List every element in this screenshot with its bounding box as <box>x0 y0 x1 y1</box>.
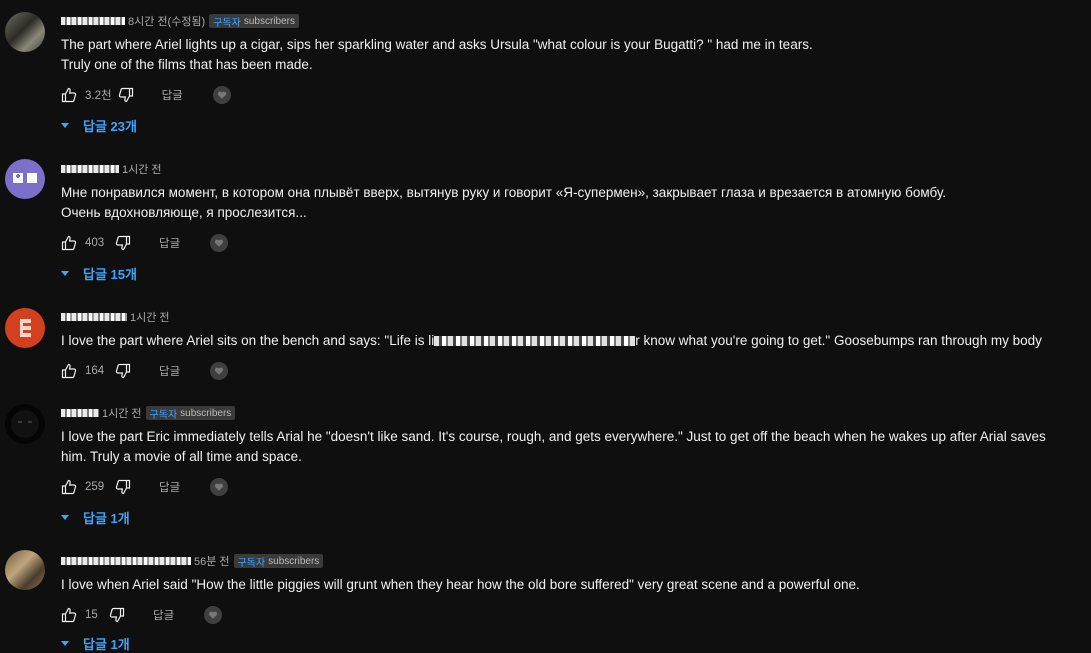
badge-label-ko: 구독자 <box>237 557 266 569</box>
comment-text: I love when Ariel said "How the little p… <box>61 577 860 592</box>
comment-text: I love the part where Ariel sits on the … <box>61 331 1081 351</box>
author-name[interactable] <box>61 557 191 565</box>
thumbs-down-icon[interactable] <box>118 87 134 103</box>
creator-heart-icon <box>212 86 231 104</box>
avatar[interactable] <box>5 308 45 348</box>
creator-heart-icon <box>204 606 223 624</box>
badge-label-ko: 구독자 <box>149 409 178 421</box>
subscriber-badge: 구독자 subscribers <box>233 554 324 569</box>
comment-actions: 3.2천 답글 <box>61 83 231 107</box>
reply-button[interactable]: 답글 <box>159 363 180 379</box>
caret-down-icon <box>61 270 69 276</box>
comment-header: 56분 전 구독자 subscribers <box>61 552 324 570</box>
comment-header: 1시간 전 <box>61 308 170 326</box>
comment-text-part: r know what you're going to get." Gooseb… <box>635 333 1042 348</box>
comment-text: Мне понравился момент, в котором она плы… <box>61 185 947 220</box>
show-replies-button[interactable]: 답글 1개 <box>61 633 130 653</box>
like-count: 164 <box>85 365 105 377</box>
timestamp[interactable]: 1시간 전 <box>122 161 162 177</box>
avatar[interactable] <box>5 404 45 444</box>
timestamp[interactable]: 8시간 전(수정됨) <box>128 13 205 29</box>
reply-button[interactable]: 답글 <box>159 479 180 495</box>
comment-text-part: I love the part where Ariel sits on the … <box>61 333 435 348</box>
thumbs-down-icon[interactable] <box>115 235 131 251</box>
comment-text: I love the part Eric immediately tells A… <box>61 429 1046 464</box>
avatar[interactable] <box>5 550 45 590</box>
avatar-face-icon <box>13 173 37 183</box>
avatar-letter-icon <box>20 319 31 337</box>
author-name[interactable] <box>61 165 119 173</box>
replies-count-label: 답글 1개 <box>83 636 130 652</box>
badge-label-ko: 구독자 <box>213 17 241 29</box>
thumbs-up-icon[interactable] <box>61 87 77 103</box>
comment-header: 1시간 전 <box>61 160 162 178</box>
badge-label-en: subscribers <box>243 15 295 27</box>
subscriber-badge: 구독자 subscribers <box>145 406 236 421</box>
subscriber-badge: 구독자 subscribers <box>209 14 299 29</box>
redacted-text <box>434 336 636 347</box>
caret-down-icon <box>61 122 69 128</box>
comment-header: 8시간 전(수정됨) 구독자 subscribers <box>61 12 299 30</box>
thumbs-up-icon[interactable] <box>61 235 77 251</box>
caret-down-icon <box>61 514 69 520</box>
show-replies-button[interactable]: 답글 23개 <box>61 115 137 135</box>
timestamp[interactable]: 1시간 전 <box>102 405 142 421</box>
thumbs-down-icon[interactable] <box>115 363 131 379</box>
author-name[interactable] <box>61 409 99 417</box>
like-count: 15 <box>85 609 98 621</box>
replies-count-label: 답글 1개 <box>83 510 130 526</box>
replies-count-label: 답글 23개 <box>83 118 137 134</box>
creator-heart-icon <box>210 234 229 252</box>
thumbs-up-icon[interactable] <box>61 479 77 495</box>
show-replies-button[interactable]: 답글 1개 <box>61 507 130 527</box>
author-name[interactable] <box>61 313 127 321</box>
thumbs-down-icon[interactable] <box>109 607 125 623</box>
comment-text: The part where Ariel lights up a cigar, … <box>61 37 813 72</box>
creator-heart-icon <box>210 478 229 496</box>
show-replies-button[interactable]: 답글 15개 <box>61 263 137 283</box>
comment-actions: 403 답글 <box>61 231 229 255</box>
caret-down-icon <box>61 640 69 646</box>
creator-heart-icon <box>210 362 229 380</box>
badge-label-en: subscribers <box>268 555 320 567</box>
thumbs-up-icon[interactable] <box>61 363 77 379</box>
reply-button[interactable]: 답글 <box>153 607 174 623</box>
thumbs-up-icon[interactable] <box>61 607 77 623</box>
replies-count-label: 답글 15개 <box>83 266 137 282</box>
comment-actions: 15 답글 <box>61 603 223 627</box>
reply-button[interactable]: 답글 <box>162 87 183 103</box>
timestamp[interactable]: 56분 전 <box>194 553 230 569</box>
timestamp[interactable]: 1시간 전 <box>130 309 170 325</box>
comment-header: 1시간 전 구독자 subscribers <box>61 404 236 422</box>
avatar[interactable] <box>5 12 45 52</box>
badge-label-en: subscribers <box>180 407 232 419</box>
comment-actions: 259 답글 <box>61 475 229 499</box>
avatar[interactable] <box>5 159 45 199</box>
reply-button[interactable]: 답글 <box>159 235 180 251</box>
like-count: 403 <box>85 237 105 249</box>
comment-actions: 164 답글 <box>61 359 229 383</box>
author-name[interactable] <box>61 17 125 25</box>
like-count: 3.2천 <box>85 90 112 102</box>
thumbs-down-icon[interactable] <box>115 479 131 495</box>
avatar-image-icon <box>11 410 39 438</box>
like-count: 259 <box>85 481 105 493</box>
